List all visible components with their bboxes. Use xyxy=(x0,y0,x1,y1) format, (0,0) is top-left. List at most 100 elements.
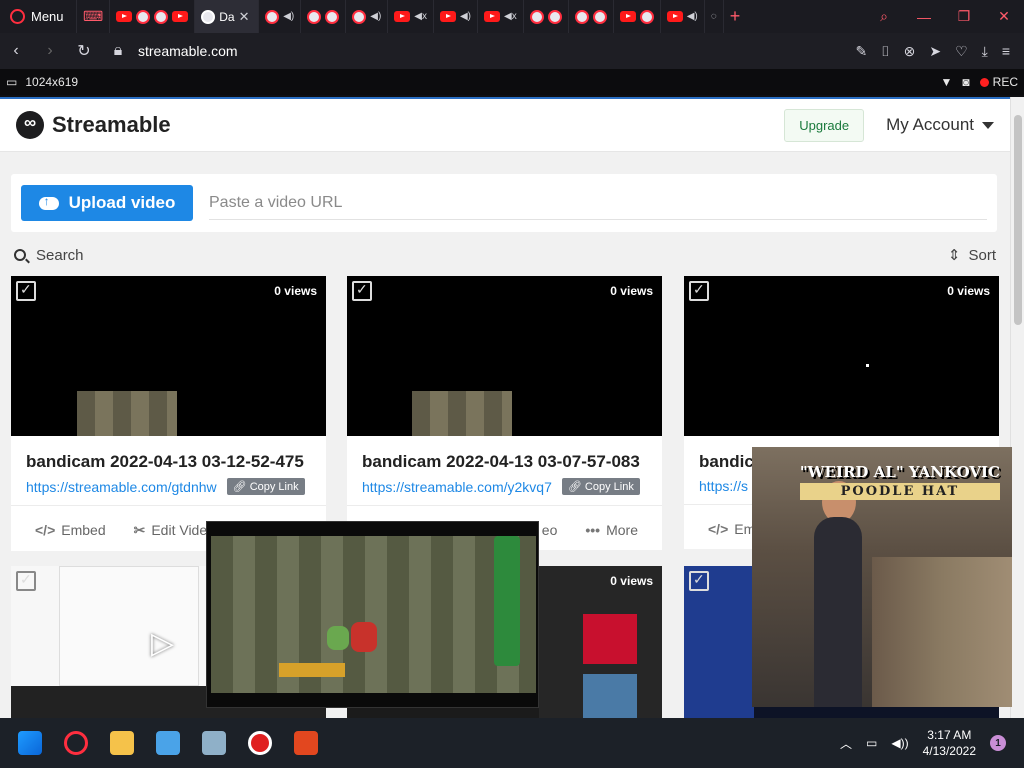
camera-icon[interactable]: ⌷ xyxy=(881,43,889,60)
account-label: My Account xyxy=(886,115,974,134)
reload-button[interactable]: ↻ xyxy=(76,41,92,61)
poster-crowd xyxy=(872,557,1012,707)
brand-name[interactable]: Streamable xyxy=(52,112,171,138)
album-poster-overlay[interactable]: "WEIRD AL" YANKOVIC POODLE HAT xyxy=(752,447,1012,707)
new-tab-button[interactable]: + xyxy=(722,0,747,33)
embed-label: Embed xyxy=(61,522,106,538)
menu-label: Menu xyxy=(31,9,64,24)
select-checkbox[interactable] xyxy=(16,571,36,591)
start-button-icon[interactable] xyxy=(18,731,42,755)
avatar-icon xyxy=(639,9,654,24)
notification-badge[interactable]: 1 xyxy=(990,735,1006,751)
my-account-menu[interactable]: My Account xyxy=(886,115,994,135)
view-count: 0 views xyxy=(947,284,990,298)
file-explorer-icon[interactable] xyxy=(110,731,134,755)
chevron-up-icon[interactable]: ︿ xyxy=(840,735,852,752)
easy-setup-icon[interactable]: ≡ xyxy=(1002,43,1010,60)
opera-taskbar-icon[interactable] xyxy=(64,731,88,755)
tab-youtube-6[interactable]: ◀) xyxy=(659,0,704,33)
video-title[interactable]: bandicam 2022-04-13 03-12-52-475 xyxy=(11,436,326,478)
restore-button[interactable]: ❐ xyxy=(944,0,984,33)
tab-youtube-4[interactable]: ◀x xyxy=(477,0,523,33)
notepad-icon[interactable] xyxy=(156,731,180,755)
video-title[interactable]: bandicam 2022-04-13 03-07-57-083 xyxy=(347,436,662,478)
opera-menu-button[interactable]: Menu xyxy=(0,0,76,33)
screenshot-icon[interactable]: ◙ xyxy=(962,75,969,89)
search-label: Search xyxy=(36,246,84,264)
video-url-input[interactable] xyxy=(209,186,987,220)
bandicam-icon[interactable] xyxy=(248,731,272,755)
minimize-button[interactable]: — xyxy=(904,0,944,33)
scroll-thumb[interactable] xyxy=(1014,115,1022,325)
code-icon: </> xyxy=(35,522,56,538)
close-tab-icon[interactable]: ✕ xyxy=(239,9,250,25)
forward-button[interactable]: › xyxy=(42,42,58,60)
tab-media-5[interactable] xyxy=(567,0,613,33)
tab-loading[interactable]: ◌ xyxy=(703,0,723,33)
sort-toggle[interactable]: ⇕ Sort xyxy=(948,246,996,265)
url-field[interactable]: streamable.com xyxy=(138,43,238,59)
upload-video-button[interactable]: Upload video xyxy=(21,185,193,221)
poster-figure xyxy=(814,517,862,707)
link-row: https://streamable.com/gtdnhw 🔗︎ Copy Li… xyxy=(11,478,326,495)
select-checkbox[interactable] xyxy=(352,281,372,301)
tab-youtube-2[interactable]: ◀x xyxy=(387,0,433,33)
speaker-icon: ◀) xyxy=(686,11,698,22)
tab-streamable-active[interactable]: Da ✕ xyxy=(194,0,259,33)
send-icon[interactable]: ➤ xyxy=(929,43,941,60)
search-toggle[interactable]: Search xyxy=(14,247,84,264)
video-link[interactable]: https://s xyxy=(699,478,748,494)
tab-media-1[interactable]: ◀) xyxy=(258,0,300,33)
edit-video-button[interactable]: eo xyxy=(542,522,558,538)
avatar-icon xyxy=(547,9,562,24)
video-thumbnail[interactable]: 0 views xyxy=(684,276,999,436)
block-icon[interactable]: ⊗ xyxy=(904,43,916,60)
select-checkbox[interactable] xyxy=(16,281,36,301)
streamable-logo-icon[interactable] xyxy=(16,111,44,139)
avatar-icon xyxy=(325,9,340,24)
back-button[interactable]: ‹ xyxy=(8,42,24,60)
resolution-label: 1024x619 xyxy=(25,75,79,89)
mini-video-player[interactable] xyxy=(206,521,539,708)
embed-button[interactable]: </> Em xyxy=(708,521,755,537)
close-window-button[interactable]: ✕ xyxy=(984,0,1024,33)
office-icon[interactable] xyxy=(294,731,318,755)
tab-youtube-5[interactable] xyxy=(612,0,660,33)
tab-youtube-3[interactable]: ◀) xyxy=(432,0,477,33)
select-checkbox[interactable] xyxy=(689,281,709,301)
volume-icon[interactable]: ◀)) xyxy=(891,736,908,750)
edit-icon[interactable]: ✎ xyxy=(855,43,867,60)
network-icon[interactable]: ▭ xyxy=(866,736,877,750)
recorder-controls: ▼ ◙ REC xyxy=(941,75,1018,89)
tab-youtube-1[interactable] xyxy=(109,0,194,33)
edit-video-button[interactable]: ✂ Edit Vide xyxy=(134,522,208,539)
game-floor-panel xyxy=(279,663,345,677)
dropdown-icon[interactable]: ▼ xyxy=(941,75,953,89)
clock[interactable]: 3:17 AM 4/13/2022 xyxy=(923,727,976,759)
upload-label: Upload video xyxy=(68,193,176,212)
heart-icon[interactable]: ♡ xyxy=(955,43,968,60)
photos-icon[interactable] xyxy=(202,731,226,755)
tab-media-4[interactable] xyxy=(522,0,568,33)
upgrade-button[interactable]: Upgrade xyxy=(784,108,865,142)
select-checkbox[interactable] xyxy=(689,571,709,591)
search-tabs-icon[interactable]: ⌕ xyxy=(864,0,904,33)
video-link[interactable]: https://streamable.com/y2kvq7 xyxy=(362,479,552,495)
tab-media-3[interactable]: ◀) xyxy=(345,0,387,33)
video-thumbnail[interactable]: 0 views xyxy=(11,276,326,436)
video-thumbnail[interactable]: 0 views xyxy=(347,276,662,436)
link-row: https://streamable.com/y2kvq7 🔗︎ Copy Li… xyxy=(347,478,662,495)
window-icon: ▭ xyxy=(6,75,18,89)
more-button[interactable]: ••• More xyxy=(585,522,638,538)
copy-link-button[interactable]: 🔗︎ Copy Link xyxy=(561,478,640,495)
rec-button[interactable]: REC xyxy=(993,75,1018,89)
download-icon[interactable]: ⤓ xyxy=(982,43,988,60)
poster-title: "WEIRD AL" YANKOVIC POODLE HAT xyxy=(799,463,1000,500)
embed-button[interactable]: </> Embed xyxy=(35,522,106,539)
scissors-icon: ✂ xyxy=(133,522,146,538)
copy-link-button[interactable]: 🔗︎ Copy Link xyxy=(226,478,305,495)
video-link[interactable]: https://streamable.com/gtdnhw xyxy=(26,479,217,495)
tab-media-2[interactable] xyxy=(300,0,345,33)
tab-gamepad[interactable]: ⌨ xyxy=(76,0,109,33)
page-scrollbar[interactable] xyxy=(1010,97,1024,718)
